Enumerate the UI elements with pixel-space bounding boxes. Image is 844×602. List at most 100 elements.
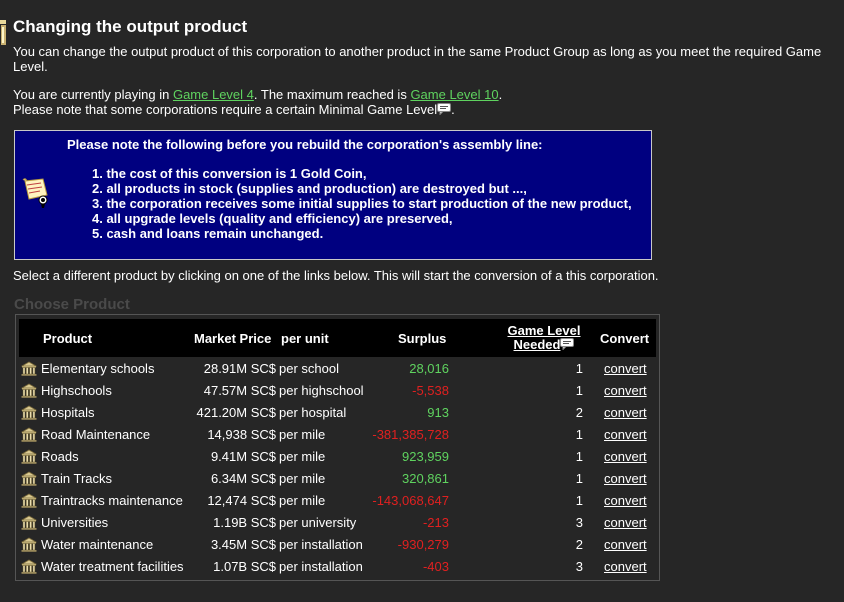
price-unit: per mile [279, 427, 326, 442]
convert-link[interactable]: convert [604, 405, 647, 420]
table-row: Water treatment facilities 1.07B SC$ per i… [16, 556, 659, 578]
building-icon [20, 471, 38, 489]
level-prefix: You are currently playing in [13, 87, 173, 102]
price-unit: per mile [279, 471, 326, 486]
product-name: Universities [41, 515, 109, 530]
market-price: 28.91M SC$ [203, 361, 276, 376]
price-unit: per school [279, 361, 339, 376]
table-row: Roads 9.41M SC$ per mile 923,959 1 convert [16, 446, 659, 468]
convert-link[interactable]: convert [604, 471, 647, 486]
scroll-note-icon [22, 178, 48, 208]
table-row: Hospitals 421.20M SC$ per hospital 913 2 conv… [16, 402, 659, 424]
building-icon [20, 383, 38, 401]
market-price: 6.34M SC$ [210, 471, 276, 486]
surplus-value: -143,068,647 [372, 493, 449, 508]
table-row: Road Maintenance 14,938 SC$ per mile -381,3… [16, 424, 659, 446]
price-unit: per mile [279, 449, 326, 464]
product-name: Train Tracks [41, 471, 113, 486]
price-unit: per hospital [279, 405, 347, 420]
chat-bubble-icon[interactable] [437, 103, 452, 115]
rebuild-notice-box: Please note the following before you reb… [14, 130, 652, 260]
game-level-needed: 2 [575, 537, 583, 552]
page-title: Changing the output product [13, 17, 248, 36]
convert-link[interactable]: convert [604, 383, 647, 398]
game-level-needed: 1 [575, 427, 583, 442]
info-pin-icon [0, 20, 6, 45]
table-row: Traintracks maintenance 12,474 SC$ per mil… [16, 490, 659, 512]
building-icon [20, 361, 38, 379]
surplus-value: -381,385,728 [372, 427, 449, 442]
header-game-level-line1: Game Level [507, 323, 581, 338]
table-row: Universities 1.19B SC$ per university -213 3… [16, 512, 659, 534]
notice-item: 2. all products in stock (supplies and p… [92, 181, 527, 196]
surplus-value: 923,959 [402, 449, 449, 464]
convert-link[interactable]: convert [604, 559, 647, 574]
surplus-value: 320,861 [402, 471, 449, 486]
table-row: Train Tracks 6.34M SC$ per mile 320,861 1 con… [16, 468, 659, 490]
product-name: Hospitals [41, 405, 95, 420]
market-price: 1.19B SC$ [213, 515, 276, 530]
product-name: Road Maintenance [41, 427, 151, 442]
surplus-value: 28,016 [409, 361, 449, 376]
product-name: Water maintenance [41, 537, 154, 552]
market-price: 9.41M SC$ [210, 449, 276, 464]
header-per-unit: per unit [281, 331, 329, 346]
game-level-needed: 1 [575, 471, 583, 486]
header-product: Product [43, 331, 93, 346]
level-suffix: . [498, 87, 503, 102]
building-icon [20, 515, 38, 533]
game-level-needed: 1 [575, 493, 583, 508]
market-price: 421.20M SC$ [196, 405, 277, 420]
product-name: Roads [41, 449, 79, 464]
product-name: Elementary schools [41, 361, 155, 376]
building-icon [20, 559, 38, 577]
price-unit: per university [279, 515, 357, 530]
building-icon [20, 405, 38, 423]
min-level-note: Please note that some corporations requi… [13, 102, 438, 117]
current-game-level-link[interactable]: Game Level 4 [173, 87, 254, 102]
notice-list: 1. the cost of this conversion is 1 Gold… [92, 166, 632, 241]
notice-item: 5. cash and loans remain unchanged. [92, 226, 324, 241]
market-price: 1.07B SC$ [213, 559, 276, 574]
product-name: Highschools [41, 383, 112, 398]
building-icon [20, 493, 38, 511]
chat-bubble-icon[interactable] [560, 338, 575, 350]
building-icon [20, 427, 38, 445]
notice-item: 1. the cost of this conversion is 1 Gold… [92, 166, 367, 181]
game-level-needed: 3 [575, 559, 583, 574]
market-price: 12,474 SC$ [207, 493, 276, 508]
level-middle: . The maximum reached is [253, 87, 411, 102]
intro-text: You can change the output product of thi… [13, 44, 822, 74]
surplus-value: 913 [427, 405, 449, 420]
table-header: Product Market Price per unit Surplus Ga… [19, 319, 656, 357]
product-table: Product Market Price per unit Surplus Ga… [15, 314, 660, 581]
header-game-level-needed[interactable]: Game Level Needed [504, 324, 584, 352]
notice-item: 3. the corporation receives some initial… [92, 196, 632, 211]
table-row: Highschools 47.57M SC$ per highschool -5,53… [16, 380, 659, 402]
game-level-needed: 1 [575, 383, 583, 398]
table-row: Elementary schools 28.91M SC$ per school 28… [16, 358, 659, 380]
game-level-needed: 1 [575, 361, 583, 376]
notice-title: Please note the following before you reb… [67, 137, 543, 152]
building-icon [20, 449, 38, 467]
min-level-note-end: . [451, 102, 455, 117]
convert-link[interactable]: convert [604, 537, 647, 552]
surplus-value: -213 [422, 515, 449, 530]
level-info: You are currently playing in Game Level … [13, 87, 823, 117]
header-market-price: Market Price [194, 331, 272, 346]
max-game-level-link[interactable]: Game Level 10 [410, 87, 498, 102]
convert-link[interactable]: convert [604, 493, 647, 508]
table-row: Water maintenance 3.45M SC$ per installati… [16, 534, 659, 556]
convert-link[interactable]: convert [604, 449, 647, 464]
surplus-value: -930,279 [397, 537, 449, 552]
market-price: 3.45M SC$ [210, 537, 276, 552]
header-surplus: Surplus [398, 331, 447, 346]
header-convert: Convert [600, 331, 650, 346]
convert-link[interactable]: convert [604, 515, 647, 530]
game-level-needed: 2 [575, 405, 583, 420]
convert-link[interactable]: convert [604, 427, 647, 442]
price-unit: per mile [279, 493, 326, 508]
surplus-value: -403 [422, 559, 449, 574]
market-price: 14,938 SC$ [207, 427, 276, 442]
convert-link[interactable]: convert [604, 361, 647, 376]
